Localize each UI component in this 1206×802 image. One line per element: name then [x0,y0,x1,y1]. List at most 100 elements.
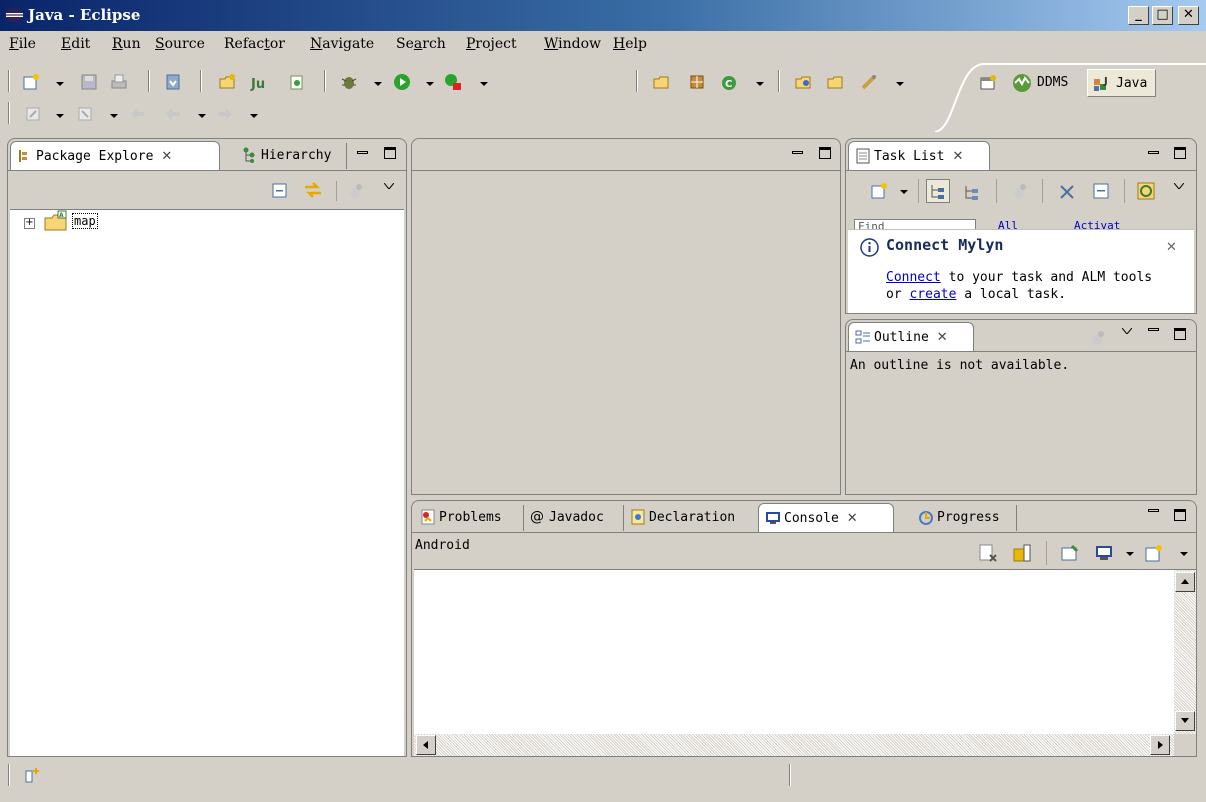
open-folder-icon[interactable] [826,73,844,91]
new-interface-icon[interactable] [688,73,706,91]
pin-console-icon[interactable] [1060,543,1080,563]
tree-expander-icon[interactable]: + [24,218,35,229]
new-task-icon[interactable] [870,182,888,200]
tab-console[interactable]: Console ✕ [758,503,894,532]
tab-outline[interactable]: Outline ✕ [848,322,974,351]
scheduled-icon[interactable] [962,182,982,202]
scroll-right-button[interactable] [1150,735,1170,755]
vertical-scrollbar[interactable] [1174,570,1196,735]
tab-problems[interactable]: Problems [414,503,522,532]
new-task-dropdown-icon[interactable] [900,190,908,194]
filter-all-link[interactable]: All [998,219,1018,229]
new-dropdown-icon[interactable] [56,82,64,86]
next-annotation-dropdown-icon[interactable] [56,114,64,118]
debug-dropdown-icon[interactable] [374,82,382,86]
tab-javadoc[interactable]: @ Javadoc [524,503,622,532]
filter-activate-link[interactable]: Activat [1074,219,1120,229]
debug-icon[interactable] [340,73,358,91]
previous-annotation-dropdown-icon[interactable] [110,114,118,118]
create-link[interactable]: create [909,287,956,302]
new-class-dropdown-icon[interactable] [756,82,764,86]
fast-view-icon[interactable] [24,766,42,784]
tab-declaration[interactable]: Declaration [624,503,756,532]
minimize-view-icon[interactable] [357,151,368,154]
menu-project[interactable]: Project [466,36,517,52]
menu-window[interactable]: Window [544,36,601,52]
scroll-down-button[interactable] [1175,711,1195,731]
close-button[interactable]: ✕ [1178,6,1199,25]
minimize-editor-icon[interactable] [792,151,803,154]
minimize-view-icon[interactable] [1148,328,1159,331]
collapse-all-icon[interactable] [271,182,288,199]
menu-navigate[interactable]: Navigate [310,36,374,52]
menu-run[interactable]: Run [112,36,141,52]
run-dropdown-icon[interactable] [426,82,434,86]
focus-workweek-icon[interactable] [1012,183,1028,199]
external-tools-dropdown-icon[interactable] [480,82,488,86]
title-bar[interactable]: Java - Eclipse _ □ ✕ [0,0,1206,31]
new-file-icon[interactable] [22,73,40,91]
menu-file[interactable]: File [9,36,36,52]
menu-help[interactable]: Help [613,36,647,52]
new-package-icon[interactable] [652,73,670,91]
last-edit-location-icon[interactable] [128,105,146,123]
maximize-view-icon[interactable] [1174,509,1186,521]
menu-edit[interactable]: Edit [61,36,90,52]
maximize-editor-icon[interactable] [819,147,831,159]
menu-source[interactable]: Source [155,36,205,52]
back-icon[interactable] [164,105,182,123]
menu-search[interactable]: Search [396,36,446,52]
tab-close-icon[interactable]: ✕ [937,330,948,345]
synchronize-icon[interactable] [1136,181,1156,201]
console-output[interactable] [414,569,1196,756]
perspective-ddms[interactable]: DDMS [1009,69,1068,97]
maximize-button[interactable]: □ [1152,6,1173,25]
forward-dropdown-icon[interactable] [250,114,258,118]
open-console-dropdown-icon[interactable] [1180,552,1188,556]
hide-completed-icon[interactable] [1058,183,1076,201]
clear-console-icon[interactable] [978,543,998,563]
open-console-icon[interactable] [1144,543,1164,563]
filter-icon[interactable] [348,183,364,199]
forward-icon[interactable] [216,105,234,123]
open-type-icon[interactable] [794,73,812,91]
tab-progress[interactable]: Progress [912,503,1016,532]
tab-close-icon[interactable]: ✕ [161,149,172,164]
new-java-project-icon[interactable] [218,73,236,91]
tab-package-explorer[interactable]: Package Explore ✕ [10,141,220,170]
tab-task-list[interactable]: Task List ✕ [848,141,990,170]
tree-item-map[interactable]: map [72,213,98,229]
save-icon[interactable] [80,73,98,91]
scroll-up-button[interactable] [1175,572,1195,592]
outline-filter-icon[interactable] [1090,330,1106,346]
tab-close-icon[interactable]: ✕ [847,511,858,526]
run-icon[interactable] [393,73,411,91]
open-perspective-icon[interactable] [164,73,182,91]
link-with-editor-icon[interactable] [303,180,323,200]
connect-link[interactable]: Connect [886,270,941,285]
minimize-view-icon[interactable] [1148,509,1159,512]
external-tools-icon[interactable] [444,73,462,91]
maximize-view-icon[interactable] [1174,147,1186,159]
previous-annotation-icon[interactable] [76,105,94,123]
maximize-view-icon[interactable] [384,147,396,159]
horizontal-scrollbar[interactable] [414,734,1174,756]
back-dropdown-icon[interactable] [198,114,206,118]
display-console-icon[interactable] [1094,543,1114,563]
search-dropdown-icon[interactable] [896,82,904,86]
open-perspective-button-icon[interactable] [979,74,997,92]
tab-close-icon[interactable]: ✕ [952,149,963,164]
scroll-left-button[interactable] [416,735,436,755]
new-junit-icon[interactable]: Ju [250,73,268,91]
categorized-icon[interactable] [926,179,950,203]
outline-view-menu-icon[interactable] [1122,328,1132,334]
tab-hierarchy[interactable]: Hierarchy [236,141,346,170]
mylyn-close-icon[interactable]: ✕ [1166,240,1177,255]
new-class-wizard-icon[interactable]: C [720,73,738,91]
collapse-tasks-icon[interactable] [1092,182,1110,200]
perspective-java[interactable]: J Java [1087,69,1157,97]
scroll-lock-icon[interactable] [1012,543,1032,563]
minimize-button[interactable]: _ [1128,6,1149,25]
next-annotation-icon[interactable] [24,105,42,123]
print-icon[interactable] [110,73,128,91]
